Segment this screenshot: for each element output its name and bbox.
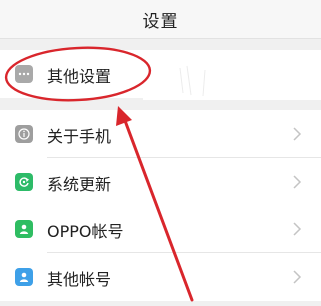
settings-item-system-update[interactable]: 系统更新 <box>0 158 321 206</box>
settings-item-other-accounts[interactable]: 其他帐号 <box>0 253 321 301</box>
chevron-right-icon <box>293 222 302 236</box>
settings-item-about-phone[interactable]: 关于手机 <box>0 110 321 158</box>
settings-item-label: OPPO帐号 <box>47 222 124 241</box>
other-account-icon <box>15 268 33 286</box>
settings-group-1: 其他设置 <box>0 50 321 98</box>
settings-group-3: OPPO帐号 其他帐号 <box>0 205 321 301</box>
info-icon <box>15 125 33 143</box>
account-icon <box>15 220 33 238</box>
update-icon <box>15 173 33 191</box>
chevron-right-icon <box>293 270 302 284</box>
chevron-right-icon <box>293 127 302 141</box>
more-dots-icon <box>15 65 33 83</box>
chevron-right-icon <box>293 67 302 81</box>
title-bar: 设置 <box>0 0 321 39</box>
settings-item-label: 其他设置 <box>47 67 112 86</box>
settings-item-label: 其他帐号 <box>47 270 112 289</box>
settings-item-label: 系统更新 <box>47 175 112 194</box>
settings-item-label: 关于手机 <box>47 127 112 146</box>
page-title: 设置 <box>142 11 179 32</box>
chevron-right-icon <box>293 175 302 189</box>
settings-item-other-settings[interactable]: 其他设置 <box>0 50 321 98</box>
settings-item-oppo-account[interactable]: OPPO帐号 <box>0 205 321 253</box>
settings-group-2: 关于手机 系统更新 <box>0 110 321 206</box>
